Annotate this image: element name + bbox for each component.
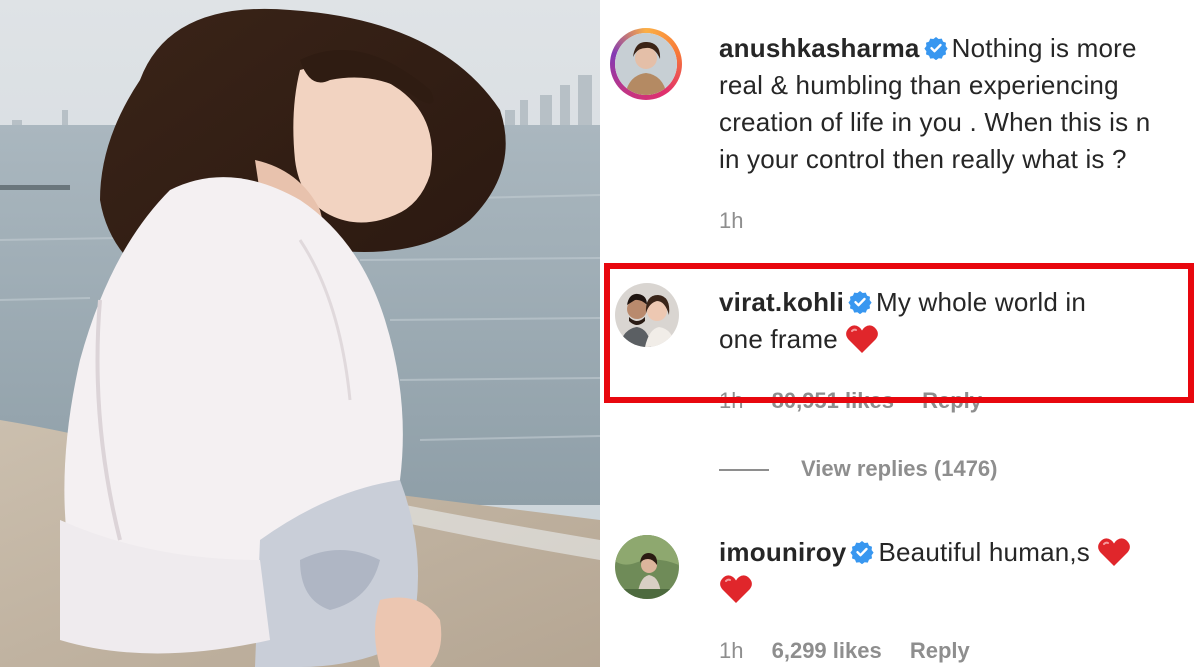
avatar[interactable] <box>615 535 679 599</box>
comment-meta: 1h <box>719 208 765 234</box>
verified-badge-icon <box>850 541 875 564</box>
avatar[interactable] <box>615 283 679 347</box>
view-replies-label: View replies (1476) <box>801 456 998 481</box>
comment-meta: 1h 6,299 likes Reply <box>719 638 992 664</box>
comment-time: 1h <box>719 388 744 413</box>
comment-likes[interactable]: 6,299 likes <box>772 638 882 663</box>
comment-line: My whole world in <box>876 287 1087 317</box>
comment-username[interactable]: imouniroy <box>719 537 846 567</box>
comment-line: creation of life in you . When this is n <box>719 107 1151 137</box>
comment-line: Nothing is more <box>951 33 1137 63</box>
post-photo <box>0 0 600 667</box>
comment-time: 1h <box>719 208 744 233</box>
heart-emoji-icon <box>720 575 752 603</box>
comment-line: in your control then really what is ? <box>719 144 1127 174</box>
comment-username[interactable]: virat.kohli <box>719 287 844 317</box>
photo-illustration <box>0 0 600 667</box>
comment-likes[interactable]: 80,951 likes <box>772 388 894 413</box>
comment-text: imouniroy Beautiful human,s <box>719 534 1189 608</box>
heart-emoji-icon <box>1098 538 1131 566</box>
comment-time: 1h <box>719 638 744 663</box>
comments-panel: anushkasharma Nothing is more real & humb… <box>600 0 1200 667</box>
comment-text: anushkasharma Nothing is more real & humb… <box>719 30 1189 178</box>
view-replies-divider <box>719 469 769 472</box>
reply-button[interactable]: Reply <box>922 388 982 413</box>
comment-meta: 1h 80,951 likes Reply <box>719 388 1004 414</box>
comment-line: one frame <box>719 324 838 354</box>
verified-badge-icon <box>848 291 872 314</box>
comment-line: Beautiful human,s <box>878 537 1091 567</box>
comment-line: real & humbling than experiencing <box>719 70 1119 100</box>
avatar[interactable] <box>610 28 682 100</box>
verified-badge-icon <box>923 37 948 60</box>
view-replies-button[interactable]: View replies (1476) <box>719 456 998 482</box>
heart-emoji-icon <box>846 325 879 353</box>
reply-button[interactable]: Reply <box>910 638 970 663</box>
comment-text: virat.kohli My whole world in one frame <box>719 284 1189 358</box>
comment-username[interactable]: anushkasharma <box>719 33 920 63</box>
